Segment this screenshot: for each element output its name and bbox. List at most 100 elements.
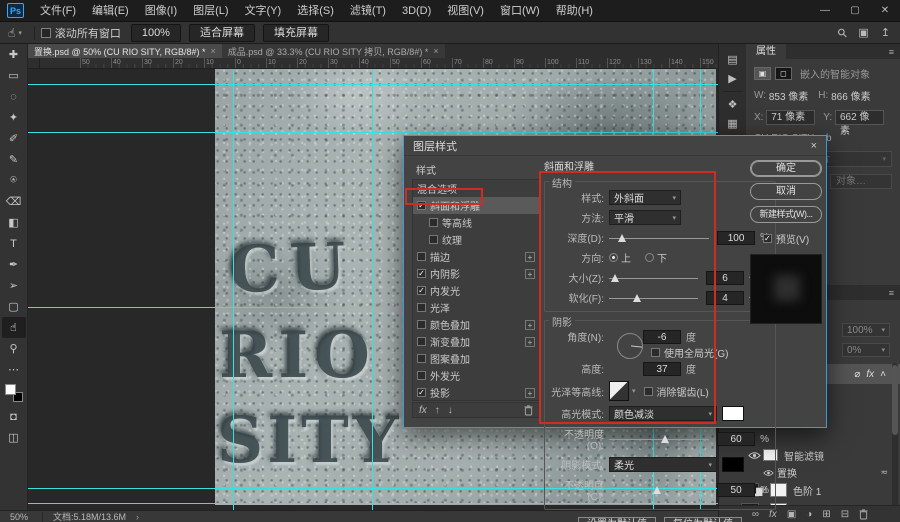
filter-blend-icon[interactable]: ≂ xyxy=(880,467,888,478)
checkbox[interactable] xyxy=(417,337,426,346)
altitude-value[interactable]: 37 xyxy=(643,361,681,376)
add-instance-icon[interactable]: + xyxy=(525,319,535,330)
checkbox[interactable] xyxy=(429,235,438,244)
menu-layer[interactable]: 图层(L) xyxy=(185,0,236,22)
new-group-icon[interactable]: ⊞ xyxy=(822,509,830,520)
tab-properties[interactable]: 属性 xyxy=(746,44,786,59)
shadow-color-swatch[interactable] xyxy=(722,457,744,472)
close-button[interactable]: ✕ xyxy=(870,0,900,22)
status-chevron-icon[interactable]: › xyxy=(136,512,139,522)
reset-default-button[interactable]: 复位为默认值 xyxy=(664,517,742,522)
shape-tool-icon[interactable]: ▢ xyxy=(2,296,26,317)
shadow-mode-dropdown[interactable]: 柔光 ▾ xyxy=(609,457,717,472)
maximize-button[interactable]: ▢ xyxy=(840,0,870,22)
style-item-inner-shadow[interactable]: ✓ 内阴影 + xyxy=(413,265,539,282)
lasso-tool-icon[interactable]: ◌ xyxy=(2,86,26,107)
color-swatches[interactable] xyxy=(4,384,23,402)
highlight-opacity-slider[interactable] xyxy=(609,434,710,444)
move-up-icon[interactable]: ↑ xyxy=(435,405,440,416)
direction-up-radio[interactable] xyxy=(609,253,618,262)
tab-close-icon[interactable]: × xyxy=(211,46,216,56)
checkbox[interactable] xyxy=(417,252,426,261)
fill-dropdown[interactable]: 0% ▾ xyxy=(842,342,890,357)
menu-filter[interactable]: 滤镜(T) xyxy=(342,0,394,22)
style-item-inner-glow[interactable]: ✓ 内发光 xyxy=(413,282,539,299)
menu-select[interactable]: 选择(S) xyxy=(289,0,342,22)
checkbox[interactable] xyxy=(417,371,426,380)
delete-style-icon[interactable] xyxy=(524,404,533,416)
guide-vertical[interactable] xyxy=(372,69,373,510)
brush-tool-icon[interactable]: ✎ xyxy=(2,149,26,170)
depth-slider[interactable] xyxy=(609,233,710,243)
highlight-opacity-value[interactable]: 60 xyxy=(717,432,756,446)
new-style-button[interactable]: 新建样式(W)... xyxy=(750,206,822,223)
quick-mask-icon[interactable]: ◘ xyxy=(2,406,26,427)
shadow-opacity-value[interactable]: 50 xyxy=(717,483,756,497)
technique-dropdown[interactable]: 平滑 ▾ xyxy=(609,210,681,225)
pen-tool-icon[interactable]: ✒ xyxy=(2,254,26,275)
delete-layer-icon[interactable] xyxy=(859,508,868,520)
style-item-texture[interactable]: 纹理 xyxy=(413,231,539,248)
dialog-close-icon[interactable]: × xyxy=(811,140,817,152)
add-mask-icon[interactable]: ▣ xyxy=(787,509,796,520)
checkbox-checked[interactable]: ✓ xyxy=(417,201,426,210)
opacity-dropdown[interactable]: 100% ▾ xyxy=(842,322,890,337)
size-value[interactable]: 6 xyxy=(706,270,744,285)
panel-menu-icon[interactable]: ≡ xyxy=(889,47,894,57)
swatches-panel-icon[interactable]: ❖ xyxy=(721,95,745,114)
checkbox[interactable] xyxy=(417,303,426,312)
fx-badge[interactable]: fx xyxy=(866,369,874,380)
type-tool-icon[interactable]: T xyxy=(2,233,26,254)
zoom-tool-icon[interactable]: ⚲ xyxy=(2,338,26,359)
menu-window[interactable]: 窗口(W) xyxy=(492,0,548,22)
search-icon[interactable]: ⚲ xyxy=(834,24,850,40)
hand-tool-icon-selected[interactable]: ☝ xyxy=(1,317,26,338)
guide-horizontal[interactable] xyxy=(28,84,718,85)
soften-slider[interactable] xyxy=(609,293,698,303)
preview-checkbox[interactable]: ✓ xyxy=(762,234,772,243)
gradient-tool-icon[interactable]: ◧ xyxy=(2,212,26,233)
minimize-button[interactable]: — xyxy=(810,0,840,22)
add-instance-icon[interactable]: + xyxy=(525,336,535,347)
direction-down-radio[interactable] xyxy=(645,253,654,262)
add-instance-icon[interactable]: + xyxy=(525,251,535,262)
angle-dial[interactable] xyxy=(617,332,643,359)
menu-edit[interactable]: 编辑(E) xyxy=(84,0,137,22)
document-tab-active[interactable]: 置换.psd @ 50% (CU RIO SITY, RGB/8#) * × xyxy=(28,44,222,58)
checkbox-checked[interactable]: ✓ xyxy=(417,286,426,295)
angle-value[interactable]: -6 xyxy=(643,329,681,344)
share-icon[interactable]: ↥ xyxy=(881,26,890,39)
shadow-opacity-slider[interactable] xyxy=(609,485,710,495)
eyedropper-tool-icon[interactable]: ✐ xyxy=(2,128,26,149)
quick-select-tool-icon[interactable]: ✦ xyxy=(2,107,26,128)
gloss-contour-thumbnail[interactable] xyxy=(609,381,629,401)
add-instance-icon[interactable]: + xyxy=(525,268,535,279)
checkbox-checked[interactable]: ✓ xyxy=(417,388,426,397)
menu-help[interactable]: 帮助(H) xyxy=(548,0,601,22)
blending-options-item[interactable]: 混合选项 xyxy=(413,180,539,197)
bevel-style-dropdown[interactable]: 外斜面 ▾ xyxy=(609,190,681,205)
layers-scrollbar[interactable] xyxy=(892,363,898,513)
adjustment-layer-icon[interactable]: ◑ xyxy=(806,509,812,520)
style-item-outer-glow[interactable]: 外发光 xyxy=(413,367,539,384)
highlight-color-swatch[interactable] xyxy=(722,406,744,421)
panel-menu-icon[interactable]: ≡ xyxy=(889,288,894,298)
marquee-tool-icon[interactable]: ▭ xyxy=(2,65,26,86)
patterns-panel-icon[interactable]: ▦ xyxy=(721,114,745,133)
style-item-contour[interactable]: 等高线 xyxy=(413,214,539,231)
checkbox[interactable] xyxy=(417,354,426,363)
cancel-button[interactable]: 取消 xyxy=(750,183,822,200)
foreground-color-swatch[interactable] xyxy=(4,384,16,395)
highlight-mode-dropdown[interactable]: 颜色减淡 ▾ xyxy=(609,406,717,421)
menu-3d[interactable]: 3D(D) xyxy=(394,0,439,22)
eraser-tool-icon[interactable]: ⌫ xyxy=(2,191,26,212)
menu-type[interactable]: 文字(Y) xyxy=(237,0,290,22)
new-layer-icon[interactable]: ⊟ xyxy=(841,509,849,520)
collapse-effects-icon[interactable]: ˄ xyxy=(880,369,886,380)
checkbox[interactable] xyxy=(417,320,426,329)
style-item-gradient-overlay[interactable]: 渐变叠加 + xyxy=(413,333,539,350)
fit-screen-button[interactable]: 适合屏幕 xyxy=(188,23,255,42)
y-input[interactable]: 662 像素 xyxy=(834,110,884,137)
path-select-tool-icon[interactable]: ➢ xyxy=(2,275,26,296)
set-default-button[interactable]: 设置为默认值 xyxy=(578,517,656,522)
